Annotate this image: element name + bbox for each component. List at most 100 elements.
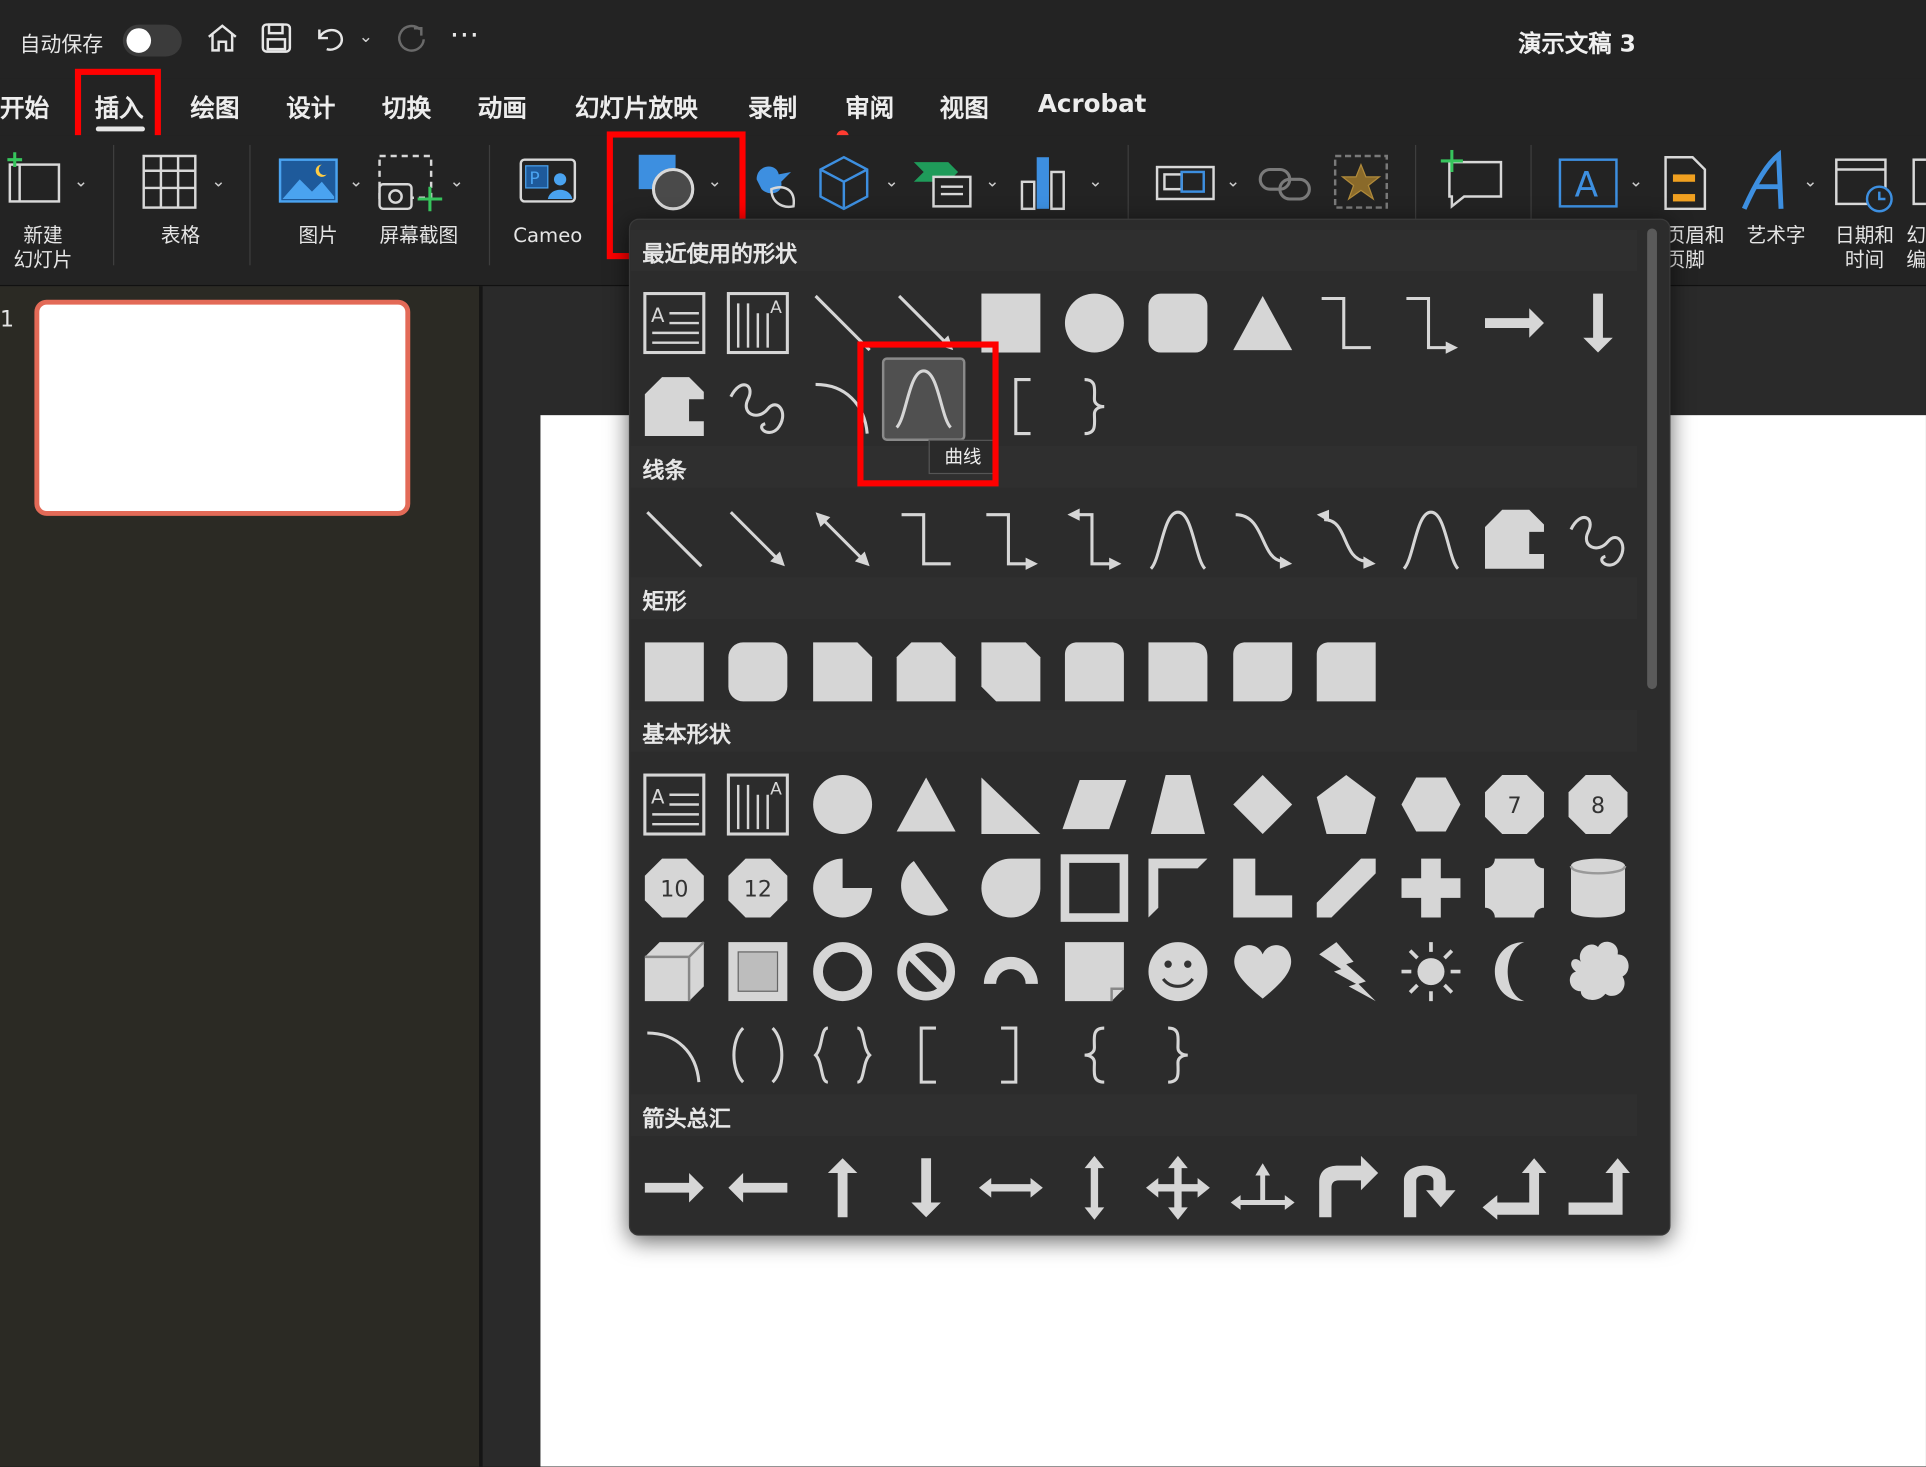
home-icon[interactable]	[204, 20, 241, 57]
shape-trap-icon[interactable]	[1144, 770, 1213, 839]
shape-scribble-icon[interactable]	[1564, 505, 1633, 574]
autosave-toggle[interactable]	[122, 24, 182, 57]
shape-sq8-icon[interactable]	[1228, 637, 1297, 706]
shape-textbox-icon[interactable]: A	[640, 289, 709, 358]
shape-cloud-icon[interactable]	[1564, 937, 1633, 1006]
shape-dodec-icon[interactable]: 12	[724, 854, 793, 923]
shape-halfframe-icon[interactable]	[1144, 854, 1213, 923]
shape-rbrace-icon[interactable]	[1144, 1021, 1213, 1090]
shape-elbowarrow-icon[interactable]	[976, 505, 1045, 574]
shape-elbowdbl-icon[interactable]	[1060, 505, 1129, 574]
shape-line-icon[interactable]	[640, 505, 709, 574]
shape-plaque-icon[interactable]	[1480, 854, 1549, 923]
shape-elbow-icon[interactable]	[892, 505, 961, 574]
wordart-label[interactable]: 艺术字	[1742, 224, 1811, 249]
table-icon[interactable]	[140, 152, 199, 216]
gallery-scroll-thumb[interactable]	[1647, 228, 1657, 690]
shape-dec-icon[interactable]: 10	[640, 854, 709, 923]
shape-sq2-icon[interactable]	[724, 637, 793, 706]
shape-textbox-icon[interactable]: A	[640, 770, 709, 839]
cameo-label[interactable]: Cameo	[509, 224, 588, 249]
shape-sq7-icon[interactable]	[1144, 637, 1213, 706]
shape-lrarrow-icon[interactable]	[976, 1153, 1045, 1222]
shape-pent-icon[interactable]	[1312, 770, 1381, 839]
shape-hept-icon[interactable]: 7	[1480, 770, 1549, 839]
shape-circle-icon[interactable]	[808, 770, 877, 839]
shape-sq1-icon[interactable]	[640, 637, 709, 706]
shape-darrow-icon[interactable]	[1564, 289, 1633, 358]
textbox-chevron-icon[interactable]: ⌄	[1629, 172, 1643, 192]
shape-can-icon[interactable]	[1564, 854, 1633, 923]
shape-larrow-icon[interactable]	[724, 1153, 793, 1222]
shape-diamond-icon[interactable]	[1228, 770, 1297, 839]
screenshot-chevron-icon[interactable]: ⌄	[450, 172, 464, 192]
shape-parens-icon[interactable]	[724, 1021, 793, 1090]
media-chevron-icon[interactable]: ⌄	[1226, 172, 1240, 192]
save-icon[interactable]	[258, 20, 295, 57]
wordart-icon[interactable]	[1737, 149, 1794, 219]
header-footer-icon[interactable]	[1661, 152, 1710, 218]
screenshot-label[interactable]: 屏幕截图	[368, 224, 469, 249]
shape-lbrace-icon[interactable]	[1060, 1021, 1129, 1090]
3d-models-icon[interactable]	[813, 152, 874, 218]
table-chevron-icon[interactable]: ⌄	[211, 172, 225, 192]
shape-arrowline-icon[interactable]	[724, 505, 793, 574]
pictures-icon[interactable]	[278, 157, 339, 211]
textbox-icon[interactable]: A	[1555, 155, 1621, 216]
shape-rtri-icon[interactable]	[976, 770, 1045, 839]
3d-models-chevron-icon[interactable]: ⌄	[884, 172, 898, 192]
shape-frame-icon[interactable]	[1060, 854, 1129, 923]
new-slide-label[interactable]: 新建 幻灯片	[7, 224, 78, 273]
shape-tarrow-icon[interactable]	[1228, 1153, 1297, 1222]
shape-sun-icon[interactable]	[1396, 937, 1465, 1006]
pictures-chevron-icon[interactable]: ⌄	[349, 172, 363, 192]
chart-chevron-icon[interactable]: ⌄	[1088, 172, 1102, 192]
shape-oct8-icon[interactable]: 8	[1564, 770, 1633, 839]
shape-rbracket-icon[interactable]	[976, 1021, 1045, 1090]
shape-sq6-icon[interactable]	[1060, 637, 1129, 706]
chevron-down-icon[interactable]: ⌄	[359, 27, 373, 47]
shape-snip-icon[interactable]	[640, 372, 709, 441]
shape-elbow-icon[interactable]	[1312, 289, 1381, 358]
slide-number-icon[interactable]	[1911, 155, 1926, 214]
shape-tri-icon[interactable]	[1228, 289, 1297, 358]
tab-design[interactable]: 设计	[286, 88, 335, 124]
shape-curve-icon[interactable]	[1396, 505, 1465, 574]
slide-thumbnail[interactable]	[34, 299, 411, 516]
shape-folded-icon[interactable]	[1060, 937, 1129, 1006]
shape-sq3-icon[interactable]	[808, 637, 877, 706]
shape-rarrow-icon[interactable]	[1480, 289, 1549, 358]
shape-cube-icon[interactable]	[640, 937, 709, 1006]
undo-icon[interactable]	[312, 20, 349, 57]
shape-uturn-icon[interactable]	[1396, 1153, 1465, 1222]
datetime-icon[interactable]	[1833, 152, 1897, 218]
shape-udarrow-icon[interactable]	[1060, 1153, 1129, 1222]
tab-acrobat[interactable]: Acrobat	[1038, 88, 1146, 117]
shape-bevel-icon[interactable]	[724, 937, 793, 1006]
shape-noentry-icon[interactable]	[892, 937, 961, 1006]
chart-icon[interactable]	[1017, 152, 1071, 218]
shape-uarrow-icon[interactable]	[808, 1153, 877, 1222]
shape-darrow-icon[interactable]	[892, 1153, 961, 1222]
new-slide-icon[interactable]	[2, 150, 76, 216]
tab-view[interactable]: 视图	[940, 88, 989, 124]
shape-dblarrow-icon[interactable]	[808, 505, 877, 574]
shape-blockarc-icon[interactable]	[976, 937, 1045, 1006]
tab-animations[interactable]: 动画	[478, 88, 527, 124]
header-footer-label[interactable]: 页眉和 页脚	[1666, 224, 1725, 273]
shape-lshape-icon[interactable]	[1228, 854, 1297, 923]
shape-hex-icon[interactable]	[1396, 770, 1465, 839]
shape-chord-icon[interactable]	[892, 854, 961, 923]
shape-diagstripe-icon[interactable]	[1312, 854, 1381, 923]
shape-arc-icon[interactable]	[640, 1021, 709, 1090]
shape-para-icon[interactable]	[1060, 770, 1129, 839]
icons-icon[interactable]	[747, 152, 801, 218]
shape-rbrace-icon[interactable]	[1060, 372, 1129, 441]
shape-donut-icon[interactable]	[808, 937, 877, 1006]
tab-record[interactable]: 录制	[748, 88, 797, 124]
shape-braces2-icon[interactable]	[808, 1021, 877, 1090]
shape-circle-icon[interactable]	[1060, 289, 1129, 358]
tab-transitions[interactable]: 切换	[382, 88, 431, 124]
more-icon[interactable]: ⋯	[450, 17, 479, 51]
shape-elbowarrow-icon[interactable]	[1396, 289, 1465, 358]
